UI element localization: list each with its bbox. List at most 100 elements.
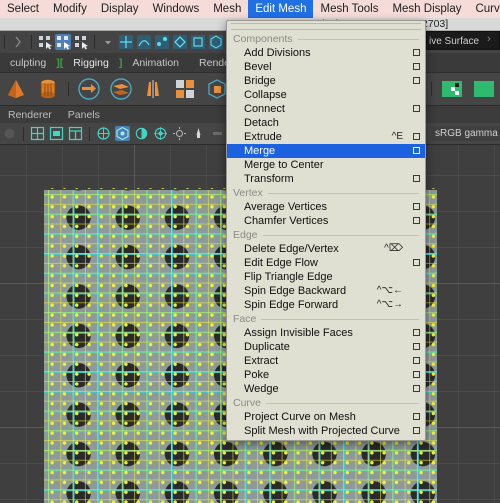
menu-item-collapse[interactable]: Collapse [227,88,425,102]
menu-item-label: Duplicate [244,341,290,353]
select-object-icon[interactable] [55,34,71,50]
menu-item-option-box[interactable] [413,217,420,224]
menu-item-option-box[interactable] [413,203,420,210]
menu-item-bevel[interactable]: Bevel [227,60,425,74]
menu-item-transform[interactable]: Transform [227,172,425,186]
combine-mesh-icon[interactable] [77,77,101,101]
outliner-layout-icon[interactable] [49,126,64,141]
menu-item-option-box[interactable] [413,413,420,420]
menubar-item-select[interactable]: Select [0,0,46,18]
menu-item-spin-edge-forward[interactable]: Spin Edge Forward ^⌥→ [227,298,425,312]
shelf-tab-animation[interactable]: Animation [122,57,189,69]
edit-mesh-dropdown-menu[interactable]: Components Add Divisions Bevel Bridge Collap… [226,20,426,441]
menu-item-option-box[interactable] [413,77,420,84]
hypergraph-layout-icon[interactable] [68,126,83,141]
four-view-layout-icon[interactable] [30,126,45,141]
menu-item-option-box[interactable] [413,49,420,56]
shelf-tab-rigging[interactable]: Rigging [63,57,119,69]
menu-item-average-vertices[interactable]: Average Vertices [227,200,425,214]
menu-item-extract[interactable]: Extract [227,354,425,368]
snap-to-grid-icon[interactable] [118,34,134,50]
menu-item-label: Extrude [244,131,282,143]
menu-item-extrude[interactable]: Extrude ^E [227,130,425,144]
polygon-cone-icon[interactable] [4,77,28,101]
menu-item-edit-edge-flow[interactable]: Edit Edge Flow [227,256,425,270]
panel-select-icon[interactable] [2,126,17,141]
menu-item-bridge[interactable]: Bridge [227,74,425,88]
menu-item-project-curve-on-mesh[interactable]: Project Curve on Mesh [227,410,425,424]
menu-item-merge[interactable]: Merge [227,144,425,158]
menu-item-option-box[interactable] [413,385,420,392]
panel-menu-renderer[interactable]: Renderer [0,109,60,121]
green-panel-icon[interactable] [472,77,496,101]
menubar-item-edit-mesh[interactable]: Edit Mesh [248,0,314,18]
menu-section-rule [297,38,419,40]
shadows-toggle-icon[interactable] [210,126,225,141]
menu-item-option-box[interactable] [413,105,420,112]
shelf-tab-culpting[interactable]: culpting [0,57,56,69]
menu-item-option-box[interactable] [413,259,420,266]
wireframe-shading-icon[interactable] [96,126,111,141]
select-component-icon[interactable] [73,34,89,50]
live-surface-chevron-icon[interactable]: › [487,33,491,45]
menu-item-duplicate[interactable]: Duplicate [227,340,425,354]
snap-to-point-icon[interactable] [154,34,170,50]
menu-item-option-box[interactable] [413,147,420,154]
menu-item-wedge[interactable]: Wedge [227,382,425,396]
menubar-item-mesh-display[interactable]: Mesh Display [385,0,468,18]
snap-to-view-plane-icon[interactable] [190,34,206,50]
menubar-item-windows[interactable]: Windows [146,0,207,18]
menu-section-header: Curve [227,396,425,410]
menu-item-merge-to-center[interactable]: Merge to Center [227,158,425,172]
menu-item-spin-edge-backward[interactable]: Spin Edge Backward ^⌥← [227,284,425,298]
menu-item-option-box[interactable] [413,427,420,434]
mirror-geometry-icon[interactable] [141,77,165,101]
shaded-xray-icon[interactable] [134,126,149,141]
green-checker-icon[interactable] [440,77,464,101]
texture-display-icon[interactable] [153,126,168,141]
menu-section-rule [261,318,419,320]
menubar-item-mesh[interactable]: Mesh [206,0,248,18]
menu-item-delete-edge-vertex[interactable]: Delete Edge/Vertex ^⌦ [227,242,425,256]
menu-item-option-box[interactable] [413,343,420,350]
menu-item-chamfer-vertices[interactable]: Chamfer Vertices [227,214,425,228]
menu-item-flip-triangle-edge[interactable]: Flip Triangle Edge [227,270,425,284]
menu-item-option-box[interactable] [413,357,420,364]
menu-item-option-box[interactable] [413,175,420,182]
menubar-item-modify[interactable]: Modify [46,0,94,18]
menu-item-label: Wedge [244,383,279,395]
menu-item-detach[interactable]: Detach [227,116,425,130]
select-hierarchy-icon[interactable] [37,34,53,50]
snap-to-curve-icon[interactable] [136,34,152,50]
menu-item-split-mesh-with-projected-curve[interactable]: Split Mesh with Projected Curve [227,424,425,438]
separate-mesh-icon[interactable] [109,77,133,101]
menu-section-rule [262,234,419,236]
panel-menu-panels[interactable]: Panels [60,109,108,121]
lighting-display-icon[interactable] [172,126,187,141]
divider [89,126,90,141]
menu-tear-off-handle[interactable] [231,23,421,30]
menu-item-option-box[interactable] [413,329,420,336]
srgb-gamma-badge[interactable]: sRGB gamma [431,126,500,141]
menubar-item-curves[interactable]: Curves [468,0,500,18]
menu-section-label: Edge [233,229,258,241]
menubar-item-display[interactable]: Display [94,0,146,18]
menu-item-option-box[interactable] [413,133,420,140]
make-live-icon[interactable] [208,34,224,50]
menu-item-poke[interactable]: Poke [227,368,425,382]
menu-collapse-arrow-icon[interactable] [10,34,26,50]
snap-to-plane-icon[interactable] [172,34,188,50]
smooth-shading-icon[interactable] [115,126,130,141]
menu-item-assign-invisible-faces[interactable]: Assign Invisible Faces [227,326,425,340]
divider [431,82,432,96]
use-all-lights-icon[interactable] [191,126,206,141]
chevron-down-icon[interactable] [100,34,116,50]
menu-item-option-box[interactable] [413,371,420,378]
menubar-item-mesh-tools[interactable]: Mesh Tools [313,0,385,18]
menu-item-option-box[interactable] [413,63,420,70]
menu-item-connect[interactable]: Connect [227,102,425,116]
smooth-mesh-icon[interactable] [173,77,197,101]
menu-item-label: Collapse [244,89,287,101]
menu-item-add-divisions[interactable]: Add Divisions [227,46,425,60]
polygon-cylinder-icon[interactable] [36,77,60,101]
